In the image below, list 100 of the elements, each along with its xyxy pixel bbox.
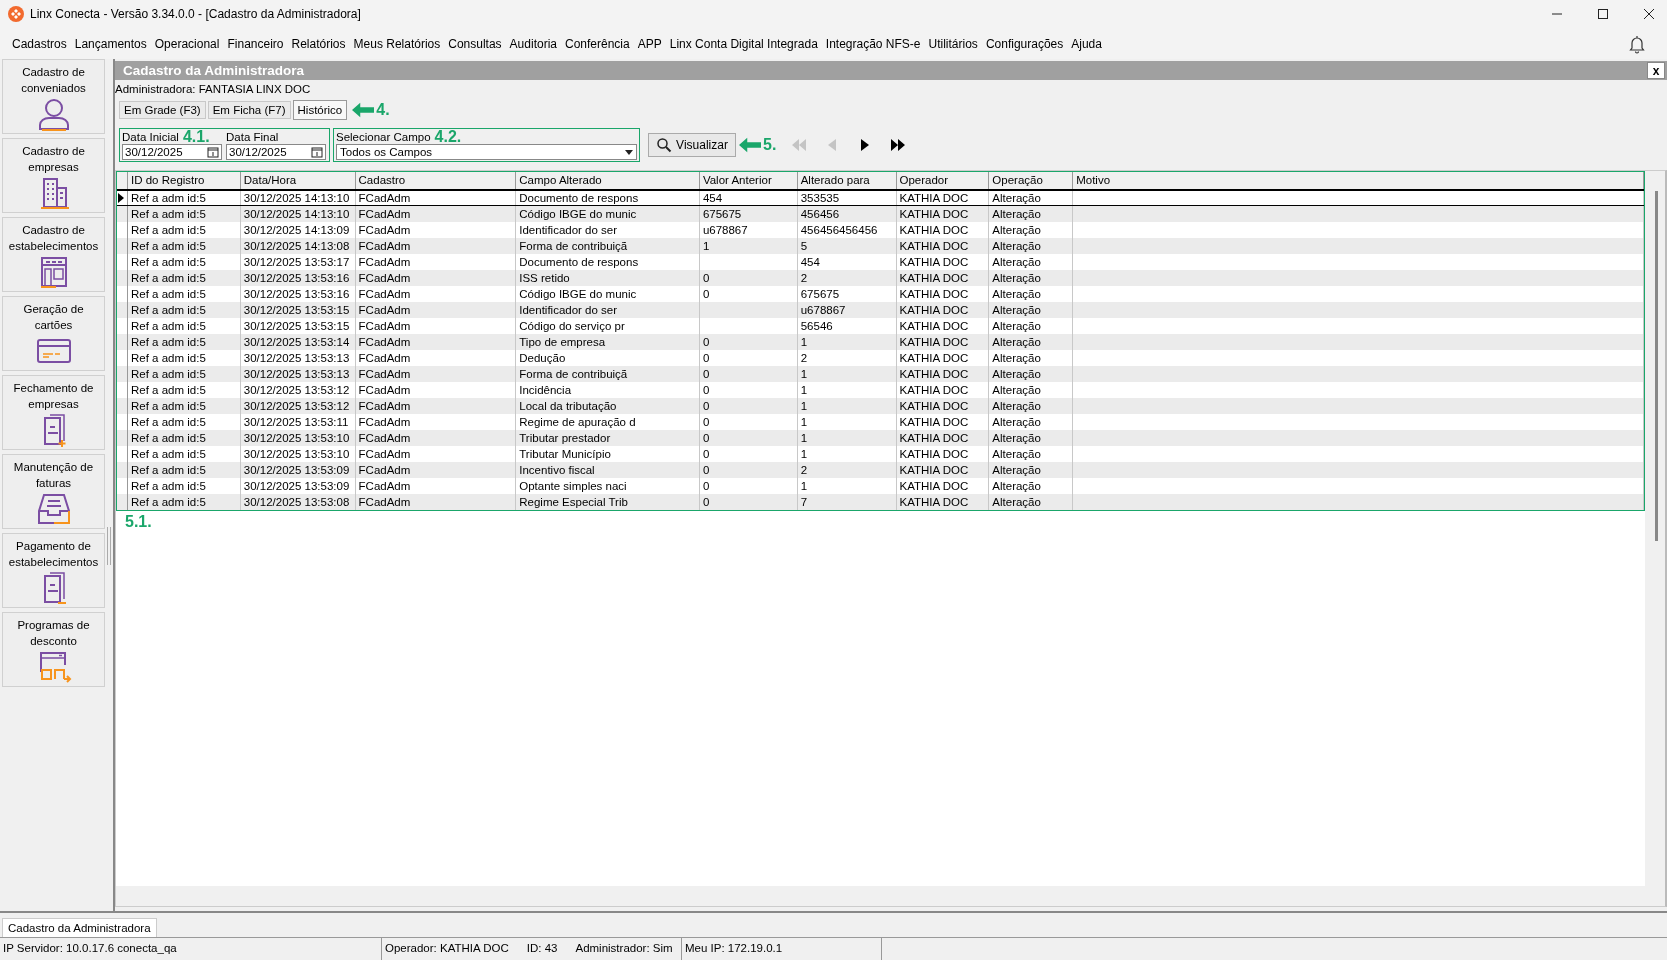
column-header[interactable]: Operação	[989, 172, 1074, 189]
menu-item[interactable]: Operacional	[150, 36, 224, 51]
menu-item[interactable]: Consultas	[444, 36, 506, 51]
table-cell: 2	[800, 352, 808, 364]
table-cell: FCadAdm	[358, 352, 411, 364]
table-cell: 1	[702, 240, 710, 252]
table-cell: 30/12/2025 13:53:16	[243, 288, 350, 300]
start-date-field[interactable]: 30/12/2025	[122, 144, 222, 160]
table-cell: 30/12/2025 13:53:13	[243, 352, 350, 364]
table-cell: 30/12/2025 13:53:15	[243, 304, 350, 316]
table-cell: Ref a adm id:5	[131, 448, 206, 460]
tab[interactable]: Em Ficha (F7)	[207, 101, 291, 119]
table-cell: 1	[800, 384, 808, 396]
window-tab[interactable]: Cadastro da Administradora	[2, 918, 157, 937]
sidebar-item[interactable]: Cadastro de empresas	[2, 138, 105, 213]
menu-item[interactable]: Ajuda	[1067, 36, 1106, 51]
annotation-label: 4.2.	[434, 130, 462, 144]
tab[interactable]: Histórico	[292, 100, 348, 120]
table-cell: Ref a adm id:5	[131, 256, 206, 268]
column-header[interactable]: Operador	[896, 172, 990, 189]
column-header[interactable]: Cadastro	[355, 172, 517, 189]
table-cell: 30/12/2025 13:53:11	[243, 416, 349, 428]
table-cell: 0	[702, 416, 710, 428]
calendar-icon[interactable]	[207, 146, 219, 159]
sidebar-item[interactable]: Programas de desconto	[2, 612, 105, 687]
annotation-label: 4.	[376, 101, 390, 119]
field-dropdown[interactable]: Todos os Campos	[336, 144, 637, 160]
column-header[interactable]: Alterado para	[797, 172, 897, 189]
column-header[interactable]: Motivo	[1073, 172, 1644, 189]
view-button[interactable]: Visualizar	[648, 133, 736, 157]
table-cell: 1	[800, 400, 808, 412]
table-cell: Ref a adm id:5	[131, 416, 206, 428]
table-cell: FCadAdm	[358, 272, 411, 284]
column-header[interactable]: ID do Registro	[128, 172, 241, 189]
menu-item[interactable]: Financeiro	[223, 36, 288, 51]
table-cell: Alteração	[992, 256, 1041, 268]
table-cell: Alteração	[992, 272, 1041, 284]
table-cell: Alteração	[992, 224, 1041, 236]
menu-item[interactable]: Conferência	[561, 36, 634, 51]
table-cell: Tributar Município	[519, 448, 611, 460]
table-cell: FCadAdm	[358, 368, 411, 380]
table-cell: KATHIA DOC	[899, 224, 969, 236]
menu-item[interactable]: Relatórios	[287, 36, 350, 51]
table-cell: 0	[702, 432, 710, 444]
table-cell: Local da tributação	[519, 400, 617, 412]
sidebar-item[interactable]: Manutenção de faturas	[2, 454, 105, 529]
annotation-label: 5.	[763, 136, 777, 154]
menu-item[interactable]: Lançamentos	[70, 36, 151, 51]
menu-item[interactable]: APP	[633, 36, 666, 51]
bell-icon[interactable]	[1627, 33, 1647, 54]
table-cell: Ref a adm id:5	[131, 384, 206, 396]
table-cell: Identificador do ser	[519, 224, 618, 236]
close-icon[interactable]	[1643, 8, 1655, 20]
table-cell: 1	[800, 480, 808, 492]
table-cell: 30/12/2025 13:53:10	[243, 432, 350, 444]
sidebar-item[interactable]: Cadastro de estabelecimentos	[2, 217, 105, 292]
table-cell: FCadAdm	[358, 192, 411, 204]
table-cell: FCadAdm	[358, 496, 411, 508]
close-button[interactable]: x	[1647, 62, 1665, 79]
column-header[interactable]: Data/Hora	[240, 172, 356, 189]
table-cell: 30/12/2025 13:53:17	[243, 256, 350, 268]
sidebar-item[interactable]: Fechamento de empresas	[2, 375, 105, 450]
table-cell: 454	[702, 192, 723, 204]
table-cell: Documento de respons	[519, 192, 639, 204]
table-cell: 0	[702, 496, 710, 508]
menu-item[interactable]: Configurações	[981, 36, 1068, 51]
menu-item[interactable]: Linx Conta Digital Integrada	[665, 36, 822, 51]
table-cell: Ref a adm id:5	[131, 432, 206, 444]
annotation-label: 4.1.	[182, 130, 210, 145]
status-text: Meu IP: 172.19.0.1	[682, 938, 882, 960]
sidebar-item[interactable]: Pagamento de estabelecimentos	[2, 533, 105, 608]
table-cell: Tributar prestador	[519, 432, 611, 444]
menu-item[interactable]: Utilitários	[924, 36, 982, 51]
sidebar-item[interactable]: Cadastro de conveniados	[2, 59, 105, 134]
column-header[interactable]: Campo Alterado	[516, 172, 700, 189]
column-header[interactable]: Valor Anterior	[699, 172, 798, 189]
table-cell: KATHIA DOC	[899, 208, 969, 220]
sidebar-item[interactable]: Geração de cartões	[2, 296, 105, 371]
menu-item[interactable]: Auditoria	[505, 36, 561, 51]
annotation-label: 5.1.	[125, 513, 153, 531]
end-date-field[interactable]: 30/12/2025	[226, 144, 326, 160]
table-cell: 2	[800, 272, 808, 284]
maximize-icon[interactable]	[1597, 8, 1609, 20]
scrollbar[interactable]	[1655, 191, 1658, 541]
table-cell: 30/12/2025 14:13:10	[243, 208, 350, 220]
menu-item[interactable]: Integração NFS-e	[821, 36, 925, 51]
table-cell: FCadAdm	[358, 208, 411, 220]
table-cell: KATHIA DOC	[899, 272, 969, 284]
table-cell: Ref a adm id:5	[131, 288, 206, 300]
tab[interactable]: Em Grade (F3)	[119, 101, 206, 119]
status-text: Operador: KATHIA DOC	[385, 942, 509, 956]
menu-item[interactable]: Cadastros	[8, 36, 71, 51]
menu-item[interactable]: Meus Relatórios	[349, 36, 445, 51]
table-cell: 30/12/2025 13:53:09	[243, 480, 350, 492]
calendar-icon[interactable]	[311, 146, 323, 159]
table-cell: Alteração	[992, 384, 1041, 396]
table-cell: u678867	[800, 304, 846, 316]
table-cell: Optante simples naci	[519, 480, 627, 492]
table-cell: KATHIA DOC	[899, 352, 969, 364]
table-cell: Ref a adm id:5	[131, 480, 206, 492]
